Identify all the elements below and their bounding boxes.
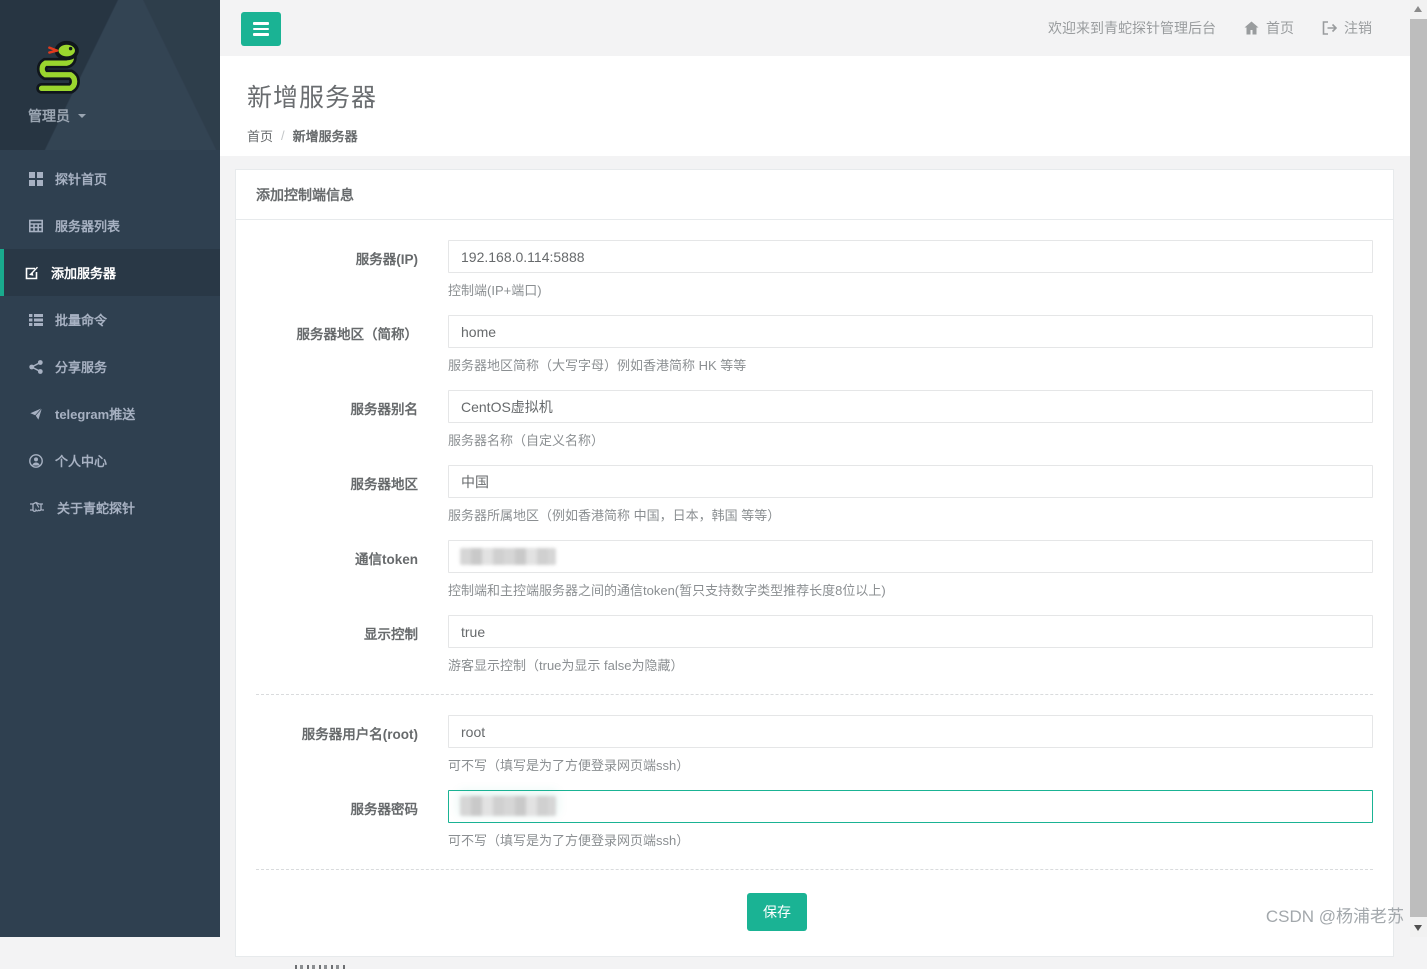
sidebar-item-batch-command[interactable]: 批量命令 [0,296,220,343]
breadcrumb-home-link[interactable]: 首页 [247,126,273,145]
user-icon [29,454,43,468]
form-row-display-control: 显示控制 游客显示控制（true为显示 false为隐藏） [256,615,1373,674]
display-control-input[interactable] [448,615,1373,648]
sidebar-item-label: telegram推送 [55,404,135,423]
server-region-help: 服务器所属地区（例如香港简称 中国，日本，韩国 等等） [448,505,1373,524]
breadcrumb-current: 新增服务器 [293,126,358,145]
form-divider [256,694,1373,695]
user-name: 管理员 [28,106,70,126]
server-alias-help: 服务器名称（自定义名称） [448,430,1373,449]
top-navbar: 欢迎来到青蛇探针管理后台 首页 注销 [220,0,1410,56]
password-label: 服务器密码 [256,790,448,849]
form-row-token: 通信token 控制端和主控端服务器之间的通信token(暂只支持数字类型推荐长… [256,540,1373,599]
scroll-down-arrow-icon[interactable] [1414,925,1422,931]
region-code-input[interactable] [448,315,1373,348]
page-heading: 新增服务器 首页 / 新增服务器 [220,56,1410,156]
form-row-server-alias: 服务器别名 服务器名称（自定义名称） [256,390,1373,449]
server-ip-help: 控制端(IP+端口) [448,280,1373,299]
breadcrumb-separator: / [281,128,285,143]
panel-title: 添加控制端信息 [236,170,1393,220]
token-input[interactable] [448,540,1373,573]
sidebar-item-label: 批量命令 [55,310,107,329]
breadcrumb: 首页 / 新增服务器 [247,126,1410,145]
topbar-links: 欢迎来到青蛇探针管理后台 首页 注销 [1048,0,1372,56]
sidebar-item-about[interactable]: 关于青蛇探针 [0,484,220,531]
server-region-input[interactable] [448,465,1373,498]
region-code-label: 服务器地区（简称） [256,315,448,374]
home-link-label: 首页 [1266,18,1294,38]
handshake-icon [29,501,45,514]
server-alias-input[interactable] [448,390,1373,423]
token-help: 控制端和主控端服务器之间的通信token(暂只支持数字类型推荐长度8位以上) [448,580,1373,599]
scroll-up-arrow-icon[interactable] [1414,6,1422,12]
vertical-scrollbar[interactable] [1410,0,1427,937]
scrollbar-thumb[interactable] [1410,19,1427,917]
welcome-message: 欢迎来到青蛇探针管理后台 [1048,18,1216,38]
sidebar-item-share-service[interactable]: 分享服务 [0,343,220,390]
share-icon [29,360,43,374]
server-alias-label: 服务器别名 [256,390,448,449]
sidebar-item-label: 添加服务器 [51,263,116,282]
sidebar-menu: 探针首页 服务器列表 添加服务器 批量命令 分享服务 telegram推送 个人… [0,155,220,531]
sidebar-item-label: 探针首页 [55,169,107,188]
sidebar-item-label: 服务器列表 [55,216,120,235]
save-button[interactable]: 保存 [747,893,807,931]
main-content: 欢迎来到青蛇探针管理后台 首页 注销 新增服务器 首页 / 新增服务器 添加控制… [220,0,1410,937]
sidebar-item-probe-home[interactable]: 探针首页 [0,155,220,202]
sidebar: 管理员 探针首页 服务器列表 添加服务器 批量命令 分享服务 telegram推… [0,0,220,937]
password-input[interactable] [448,790,1373,823]
user-menu[interactable]: 管理员 [28,106,220,126]
server-region-label: 服务器地区 [256,465,448,524]
form-row-username: 服务器用户名(root) 可不写（填写是为了方便登录网页端ssh） [256,715,1373,774]
sidebar-toggle-button[interactable] [241,12,281,46]
server-ip-label: 服务器(IP) [256,240,448,299]
list-icon [29,313,43,327]
form-row-region-code: 服务器地区（简称） 服务器地区简称（大写字母）例如香港简称 HK 等等 [256,315,1373,374]
snake-logo-icon [28,38,90,98]
username-label: 服务器用户名(root) [256,715,448,774]
sign-out-icon [1322,21,1337,35]
sidebar-item-label: 个人中心 [55,451,107,470]
form-row-server-ip: 服务器(IP) 控制端(IP+端口) [256,240,1373,299]
home-icon [1244,21,1259,35]
clipped-next-section-text [295,965,347,969]
password-help: 可不写（填写是为了方便登录网页端ssh） [448,830,1373,849]
home-link[interactable]: 首页 [1244,18,1294,38]
sidebar-item-label: 关于青蛇探针 [57,498,135,517]
token-label: 通信token [256,540,448,599]
sidebar-profile-header: 管理员 [0,0,220,150]
form-row-server-region: 服务器地区 服务器所属地区（例如香港简称 中国，日本，韩国 等等） [256,465,1373,524]
sidebar-item-label: 分享服务 [55,357,107,376]
sidebar-item-telegram-push[interactable]: telegram推送 [0,390,220,437]
sidebar-item-profile-center[interactable]: 个人中心 [0,437,220,484]
region-code-help: 服务器地区简称（大写字母）例如香港简称 HK 等等 [448,355,1373,374]
logout-link-label: 注销 [1344,18,1372,38]
display-control-label: 显示控制 [256,615,448,674]
sidebar-item-server-list[interactable]: 服务器列表 [0,202,220,249]
grid-icon [29,172,43,186]
paper-plane-icon [29,407,43,421]
form-divider [256,869,1373,870]
username-input[interactable] [448,715,1373,748]
logout-link[interactable]: 注销 [1322,18,1372,38]
display-control-help: 游客显示控制（true为显示 false为隐藏） [448,655,1373,674]
content-wrapper: 添加控制端信息 服务器(IP) 控制端(IP+端口) 服务器地区（简称） 服务器… [220,156,1410,969]
page-title: 新增服务器 [247,78,1410,114]
username-help: 可不写（填写是为了方便登录网页端ssh） [448,755,1373,774]
add-server-panel: 添加控制端信息 服务器(IP) 控制端(IP+端口) 服务器地区（简称） 服务器… [235,169,1394,957]
edit-icon [25,266,39,280]
panel-body: 服务器(IP) 控制端(IP+端口) 服务器地区（简称） 服务器地区简称（大写字… [236,220,1393,956]
table-icon [29,219,43,233]
form-row-password: 服务器密码 可不写（填写是为了方便登录网页端ssh） [256,790,1373,849]
sidebar-item-add-server[interactable]: 添加服务器 [0,249,220,296]
server-ip-input[interactable] [448,240,1373,273]
chevron-down-icon [78,114,86,118]
